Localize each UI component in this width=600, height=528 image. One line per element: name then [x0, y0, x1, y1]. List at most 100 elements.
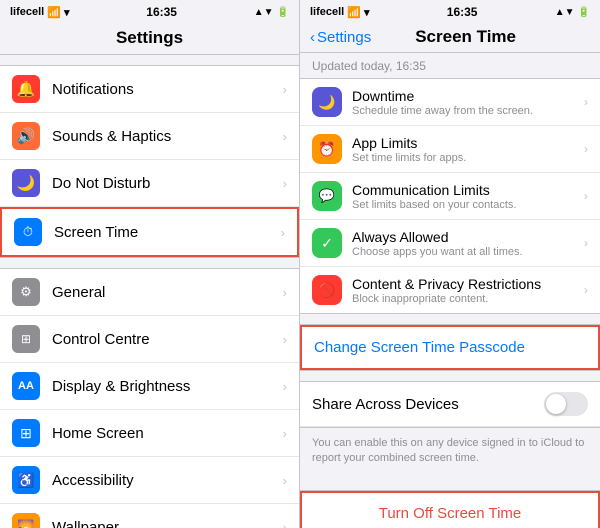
dnd-icon: 🌙 — [12, 169, 40, 197]
general-chevron: › — [283, 285, 287, 300]
right-title: Screen Time — [371, 27, 560, 47]
general-icon: ⚙ — [12, 278, 40, 306]
downtime-title: Downtime — [352, 88, 584, 104]
share-toggle[interactable] — [544, 392, 588, 416]
notifications-chevron: › — [283, 82, 287, 97]
sounds-chevron: › — [283, 129, 287, 144]
applimits-title: App Limits — [352, 135, 584, 151]
allowed-subtitle: Choose apps you want at all times. — [352, 246, 584, 258]
right-item-content[interactable]: 🚫 Content & Privacy Restrictions Block i… — [300, 267, 600, 313]
sidebar-item-screentime[interactable]: ⏱ Screen Time › — [0, 207, 299, 257]
sidebar-item-wallpaper[interactable]: 🌄 Wallpaper › — [0, 504, 299, 528]
sidebar-item-dnd[interactable]: 🌙 Do Not Disturb › — [0, 160, 299, 207]
left-carrier: lifecell — [10, 6, 44, 18]
right-item-applimits[interactable]: ⏰ App Limits Set time limits for apps. › — [300, 126, 600, 173]
screentime-label: Screen Time — [54, 224, 281, 241]
right-time: 16:35 — [447, 5, 478, 19]
content-texts: Content & Privacy Restrictions Block ina… — [352, 276, 584, 305]
left-status-left: lifecell 📶 ▾ — [10, 6, 69, 19]
applimits-chevron: › — [584, 142, 588, 156]
commlimits-title: Communication Limits — [352, 182, 584, 198]
content-subtitle: Block inappropriate content. — [352, 293, 584, 305]
content-chevron: › — [584, 283, 588, 297]
applimits-icon: ⏰ — [312, 134, 342, 164]
allowed-texts: Always Allowed Choose apps you want at a… — [352, 229, 584, 258]
back-label: Settings — [317, 29, 371, 46]
updated-text: Updated today, 16:35 — [300, 53, 600, 78]
general-label: General — [52, 284, 283, 301]
settings-group-1: 🔔 Notifications › 🔊 Sounds & Haptics › 🌙… — [0, 65, 299, 258]
commlimits-subtitle: Set limits based on your contacts. — [352, 199, 584, 211]
right-status-bar: lifecell 📶 ▾ 16:35 ▲▼ 🔋 — [300, 0, 600, 22]
notifications-icon: 🔔 — [12, 75, 40, 103]
right-panel: lifecell 📶 ▾ 16:35 ▲▼ 🔋 ‹ Settings Scree… — [300, 0, 600, 528]
sidebar-item-controlcentre[interactable]: ⊞ Control Centre › — [0, 316, 299, 363]
right-item-allowed[interactable]: ✓ Always Allowed Choose apps you want at… — [300, 220, 600, 267]
commlimits-texts: Communication Limits Set limits based on… — [352, 182, 584, 211]
share-section: Share Across Devices — [300, 381, 600, 428]
sidebar-item-notifications[interactable]: 🔔 Notifications › — [0, 66, 299, 113]
content-icon: 🚫 — [312, 275, 342, 305]
divider-2 — [300, 371, 600, 381]
commlimits-icon: 💬 — [312, 181, 342, 211]
content-title: Content & Privacy Restrictions — [352, 276, 584, 292]
sidebar-item-sounds[interactable]: 🔊 Sounds & Haptics › — [0, 113, 299, 160]
divider-1 — [300, 314, 600, 324]
left-signal-icon: 📶 — [47, 6, 61, 19]
right-status-left: lifecell 📶 ▾ — [310, 6, 369, 19]
allowed-chevron: › — [584, 236, 588, 250]
display-label: Display & Brightness — [52, 378, 283, 395]
left-status-bar: lifecell 📶 ▾ 16:35 ▲▼ 🔋 — [0, 0, 299, 22]
turn-off-section: Turn Off Screen Time — [300, 490, 600, 528]
right-nav-header: ‹ Settings Screen Time — [300, 22, 600, 53]
applimits-texts: App Limits Set time limits for apps. — [352, 135, 584, 164]
divider-3 — [300, 475, 600, 485]
turn-off-button[interactable]: Turn Off Screen Time — [300, 491, 600, 528]
share-item: Share Across Devices — [300, 382, 600, 427]
right-signal2-icon: ▲▼ — [555, 7, 575, 18]
wallpaper-chevron: › — [283, 520, 287, 528]
dnd-label: Do Not Disturb — [52, 175, 283, 192]
sidebar-item-general[interactable]: ⚙ General › — [0, 269, 299, 316]
change-passcode-button[interactable]: Change Screen Time Passcode — [300, 325, 600, 370]
display-icon: AA — [12, 372, 40, 400]
back-button[interactable]: ‹ Settings — [310, 29, 371, 46]
back-chevron-icon: ‹ — [310, 29, 315, 46]
right-item-downtime[interactable]: 🌙 Downtime Schedule time away from the s… — [300, 79, 600, 126]
downtime-icon: 🌙 — [312, 87, 342, 117]
change-passcode-section: Change Screen Time Passcode — [300, 324, 600, 371]
accessibility-label: Accessibility — [52, 472, 283, 489]
allowed-title: Always Allowed — [352, 229, 584, 245]
wallpaper-label: Wallpaper — [52, 519, 283, 528]
sounds-icon: 🔊 — [12, 122, 40, 150]
left-signal2-icon: ▲▼ — [254, 7, 274, 18]
sidebar-item-accessibility[interactable]: ♿ Accessibility › — [0, 457, 299, 504]
controlcentre-chevron: › — [283, 332, 287, 347]
notifications-label: Notifications — [52, 81, 283, 98]
left-nav-header: Settings — [0, 22, 299, 55]
right-status-right: ▲▼ 🔋 — [555, 7, 590, 18]
left-status-right: ▲▼ 🔋 — [254, 7, 289, 18]
accessibility-icon: ♿ — [12, 466, 40, 494]
wallpaper-icon: 🌄 — [12, 513, 40, 528]
controlcentre-icon: ⊞ — [12, 325, 40, 353]
dnd-chevron: › — [283, 176, 287, 191]
sounds-label: Sounds & Haptics — [52, 128, 283, 145]
left-title: Settings — [116, 28, 183, 47]
right-carrier: lifecell — [310, 6, 344, 18]
left-settings-list: 🔔 Notifications › 🔊 Sounds & Haptics › 🌙… — [0, 55, 299, 528]
left-panel: lifecell 📶 ▾ 16:35 ▲▼ 🔋 Settings 🔔 Notif… — [0, 0, 300, 528]
share-description: You can enable this on any device signed… — [300, 428, 600, 475]
display-chevron: › — [283, 379, 287, 394]
sidebar-item-homescreen[interactable]: ⊞ Home Screen › — [0, 410, 299, 457]
accessibility-chevron: › — [283, 473, 287, 488]
left-battery-icon: 🔋 — [277, 7, 289, 18]
screentime-icon: ⏱ — [14, 218, 42, 246]
right-item-commlimits[interactable]: 💬 Communication Limits Set limits based … — [300, 173, 600, 220]
downtime-texts: Downtime Schedule time away from the scr… — [352, 88, 584, 117]
sidebar-item-display[interactable]: AA Display & Brightness › — [0, 363, 299, 410]
allowed-icon: ✓ — [312, 228, 342, 258]
left-wifi-icon: ▾ — [64, 6, 70, 19]
left-time: 16:35 — [146, 5, 177, 19]
homescreen-label: Home Screen — [52, 425, 283, 442]
